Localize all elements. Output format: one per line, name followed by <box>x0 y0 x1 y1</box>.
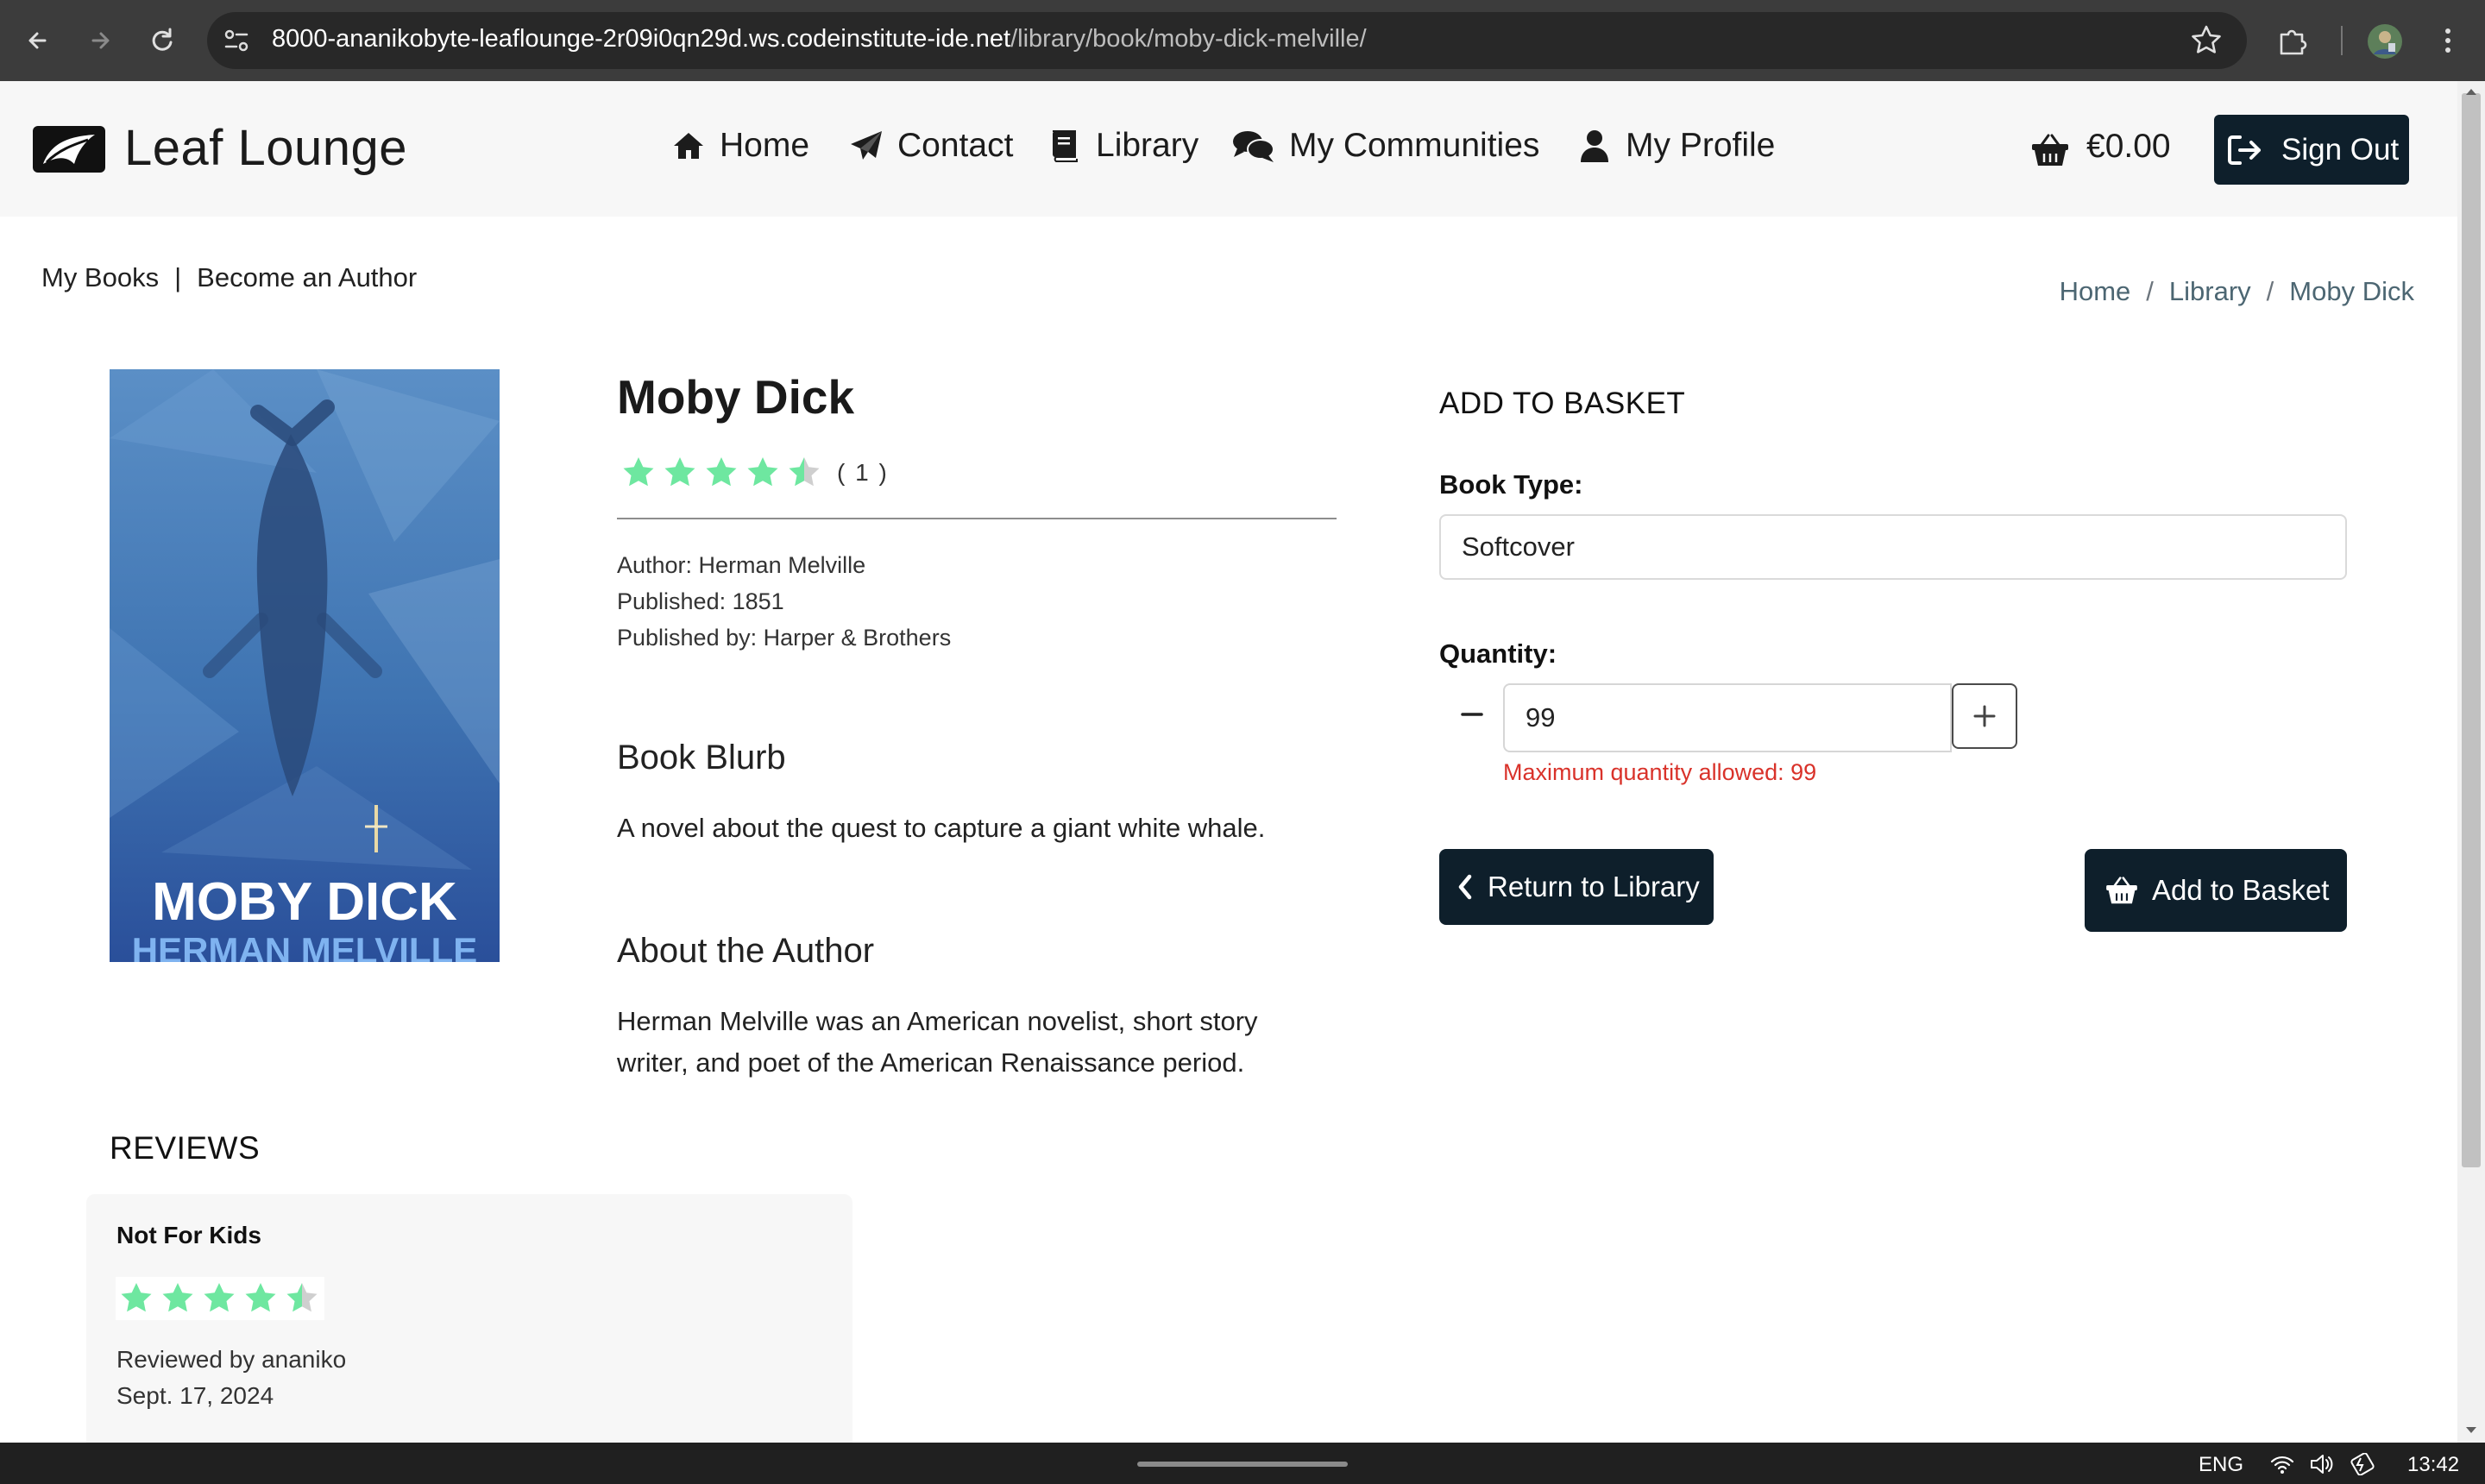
become-author-link[interactable]: Become an Author <box>197 262 417 293</box>
review-author: Reviewed by ananiko <box>116 1346 347 1373</box>
blurb-heading: Book Blurb <box>617 739 786 777</box>
book-author: Author: Herman Melville <box>617 552 866 578</box>
leaf-logo-icon[interactable] <box>33 126 105 173</box>
star-icon <box>706 457 737 487</box>
nav-my-profile[interactable]: My Profile <box>1577 124 1775 167</box>
quantity-decrement-button[interactable] <box>1444 687 1500 742</box>
book-cover-image: MOBY DICK HERMAN MELVILLE <box>110 369 500 962</box>
title-divider <box>617 518 1337 519</box>
basket-icon <box>2106 877 2137 904</box>
sign-out-button[interactable]: Sign Out <box>2214 115 2409 185</box>
wifi-icon[interactable] <box>2269 1453 2295 1475</box>
nav-contact[interactable]: Contact <box>849 124 1013 167</box>
book-rating-stars <box>621 456 821 490</box>
sign-out-label: Sign Out <box>2281 132 2400 167</box>
nav-label: Home <box>720 127 810 164</box>
return-label: Return to Library <box>1488 871 1700 902</box>
star-icon <box>286 1283 318 1312</box>
book-title: Moby Dick <box>617 370 855 424</box>
cover-author: HERMAN MELVILLE <box>132 930 478 962</box>
profile-avatar[interactable] <box>2366 22 2404 60</box>
language-indicator[interactable]: ENG <box>2199 1453 2243 1477</box>
nav-home[interactable]: Home <box>671 124 809 167</box>
brand-name[interactable]: Leaf Lounge <box>124 119 407 177</box>
site-header: Leaf Lounge Home Contact Library My Comm… <box>0 81 2457 217</box>
nav-my-communities[interactable]: My Communities <box>1232 124 1539 167</box>
basket-icon[interactable] <box>2031 133 2069 167</box>
clock[interactable]: 13:42 <box>2407 1453 2459 1477</box>
basket-total[interactable]: €0.00 <box>2086 128 2171 166</box>
sign-out-icon <box>2228 135 2261 165</box>
star-icon <box>664 457 695 487</box>
scrollbar-thumb[interactable] <box>2462 93 2481 1167</box>
extensions-icon[interactable] <box>2274 22 2311 59</box>
breadcrumb-current: Moby Dick <box>2289 276 2414 306</box>
add-label: Add to Basket <box>2152 874 2330 906</box>
review-rating-stars <box>119 1281 319 1316</box>
quantity-label: Quantity: <box>1439 638 1557 669</box>
chevron-left-icon <box>1458 874 1472 900</box>
book-published: Published: 1851 <box>617 588 784 614</box>
home-icon <box>674 133 703 159</box>
quantity-error-message: Maximum quantity allowed: 99 <box>1503 759 1817 785</box>
battery-charging-icon[interactable] <box>2349 1453 2378 1475</box>
user-icon <box>1581 130 1608 162</box>
forward-icon[interactable] <box>81 22 119 60</box>
breadcrumb: Home / Library / Moby Dick <box>2060 276 2414 307</box>
nav-label: Contact <box>897 127 1014 164</box>
browser-toolbar: 8000-ananikobyte-leaflounge-2r09i0qn29d.… <box>0 0 2485 81</box>
add-to-basket-button[interactable]: Add to Basket <box>2085 849 2347 932</box>
star-icon <box>204 1283 235 1312</box>
book-icon <box>1053 130 1078 162</box>
cover-title: MOBY DICK <box>152 872 457 932</box>
back-icon[interactable] <box>19 22 57 60</box>
reload-icon[interactable] <box>143 22 181 60</box>
about-author-heading: About the Author <box>617 932 875 970</box>
star-icon <box>245 1283 276 1312</box>
add-to-basket-heading: ADD TO BASKET <box>1439 387 1686 420</box>
nav-library[interactable]: Library <box>1047 124 1198 167</box>
rating-count[interactable]: ( 1 ) <box>837 459 889 487</box>
subnav-separator: | <box>174 262 182 292</box>
star-icon <box>121 1283 152 1312</box>
reviews-heading: REVIEWS <box>110 1130 261 1166</box>
about-author-text: Herman Melville was an American novelist… <box>617 1006 1258 1078</box>
breadcrumb-separator: / <box>2146 276 2154 306</box>
url-text: 8000-ananikobyte-leaflounge-2r09i0qn29d.… <box>272 25 1367 53</box>
breadcrumb-library[interactable]: Library <box>2169 276 2251 307</box>
book-type-select[interactable]: Softcover <box>1439 514 2347 580</box>
nav-label: My Communities <box>1289 127 1540 164</box>
breadcrumb-home[interactable]: Home <box>2060 276 2131 307</box>
review-title: Not For Kids <box>116 1222 261 1248</box>
quantity-input[interactable]: 99 <box>1503 683 1952 752</box>
quantity-increment-button[interactable] <box>1952 683 2017 749</box>
sub-navigation: My Books | Become an Author <box>41 262 417 293</box>
breadcrumb-separator: / <box>2266 276 2274 306</box>
blurb-text: A novel about the quest to capture a gia… <box>617 813 1266 843</box>
nav-label: Library <box>1096 127 1199 164</box>
scroll-down-arrow-icon[interactable] <box>2464 1425 2478 1436</box>
book-publisher: Published by: Harper & Brothers <box>617 625 952 651</box>
review-date: Sept. 17, 2024 <box>116 1382 274 1409</box>
return-to-library-button[interactable]: Return to Library <box>1439 849 1714 925</box>
minus-icon <box>1461 713 1483 716</box>
scroll-up-arrow-icon[interactable] <box>2464 86 2478 97</box>
my-books-link[interactable]: My Books <box>41 262 159 293</box>
star-icon <box>162 1283 193 1312</box>
plus-icon <box>1973 705 1996 727</box>
home-indicator[interactable] <box>1137 1462 1348 1467</box>
site-info-icon[interactable] <box>221 25 252 56</box>
menu-kebab-icon[interactable] <box>2435 22 2461 59</box>
paper-plane-icon <box>851 131 882 160</box>
bookmark-star-icon[interactable] <box>2188 22 2224 59</box>
star-icon <box>623 457 654 487</box>
star-icon <box>789 457 820 487</box>
star-icon <box>747 457 778 487</box>
comments-icon <box>1233 131 1274 162</box>
volume-icon[interactable] <box>2309 1453 2335 1475</box>
nav-label: My Profile <box>1626 127 1776 164</box>
os-taskbar: ENG 13:42 <box>0 1443 2485 1484</box>
toolbar-divider <box>2341 26 2343 55</box>
book-type-label: Book Type: <box>1439 469 1583 500</box>
